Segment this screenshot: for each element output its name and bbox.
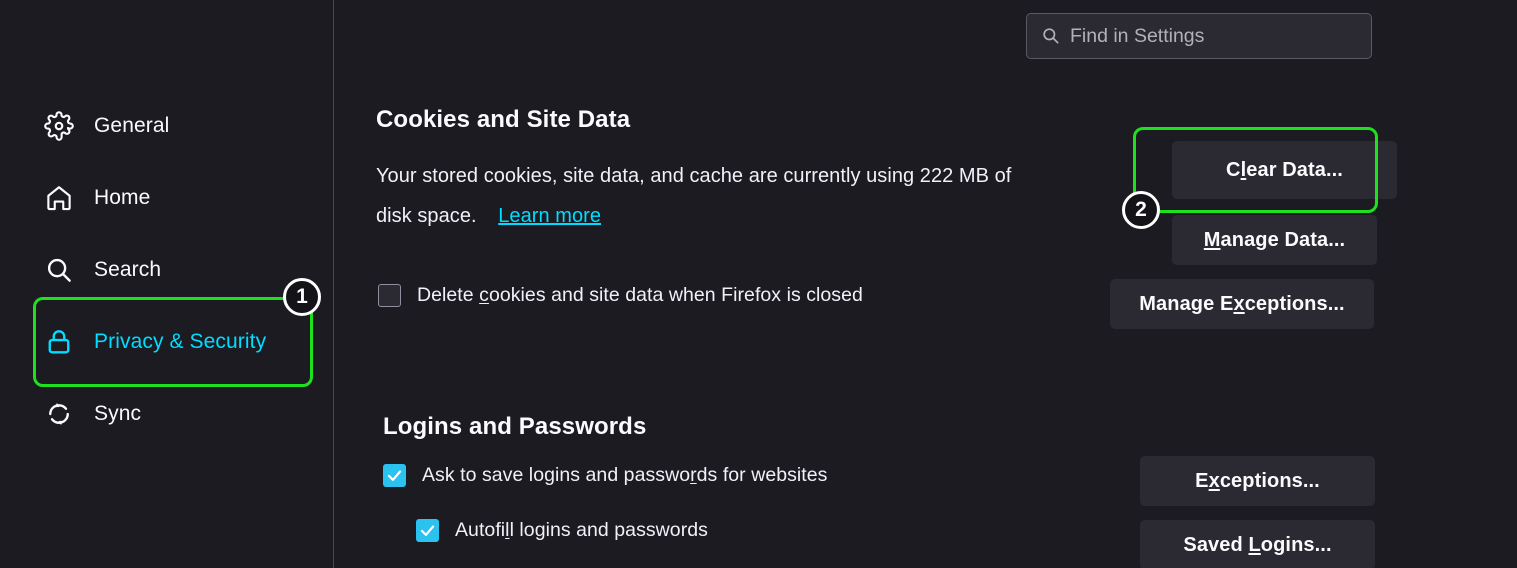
search-placeholder: Find in Settings xyxy=(1070,24,1205,47)
logins-exceptions-button[interactable]: Exceptions... xyxy=(1140,456,1375,506)
autofill-logins-label: Autofill logins and passwords xyxy=(455,519,708,541)
sidebar-item-sync[interactable]: Sync xyxy=(0,390,334,438)
manage-data-button[interactable]: Manage Data... xyxy=(1172,215,1377,265)
manage-data-button-label: Manage Data... xyxy=(1203,228,1346,251)
cookies-section-heading: Cookies and Site Data xyxy=(376,106,631,133)
sidebar-item-label: Home xyxy=(94,186,151,209)
saved-logins-button[interactable]: Saved Logins... xyxy=(1140,520,1375,568)
delete-cookies-on-close-checkbox[interactable] xyxy=(378,284,401,307)
annotation-badge-1: 1 xyxy=(283,278,321,316)
delete-cookies-on-close-label: Delete cookies and site data when Firefo… xyxy=(417,284,863,306)
sidebar-item-label: Privacy & Security xyxy=(94,330,267,353)
sidebar-item-label: Sync xyxy=(94,402,142,425)
sidebar-item-privacy-security[interactable]: Privacy & Security xyxy=(0,318,334,366)
annotation-badge-2: 2 xyxy=(1122,191,1160,229)
sync-icon xyxy=(44,399,74,429)
delete-cookies-on-close-checkbox-row[interactable]: Delete cookies and site data when Firefo… xyxy=(378,284,863,307)
cookies-description-line1: Your stored cookies, site data, and cach… xyxy=(376,165,1012,187)
home-icon xyxy=(44,183,74,213)
settings-sidebar: General Home Search Privacy & Security S… xyxy=(0,0,334,568)
sidebar-item-search[interactable]: Search xyxy=(0,246,334,294)
autofill-logins-checkbox-row[interactable]: Autofill logins and passwords xyxy=(416,519,708,542)
ask-to-save-logins-checkbox[interactable] xyxy=(383,464,406,487)
saved-logins-button-label: Saved Logins... xyxy=(1183,533,1332,556)
find-in-settings-search[interactable]: Find in Settings xyxy=(1026,13,1372,59)
search-icon xyxy=(1041,26,1061,46)
manage-exceptions-button[interactable]: Manage Exceptions... xyxy=(1110,279,1374,329)
manage-exceptions-button-label: Manage Exceptions... xyxy=(1139,292,1345,315)
firefox-settings-window: General Home Search Privacy & Security S… xyxy=(0,0,1517,568)
gear-icon xyxy=(44,111,74,141)
sidebar-item-general[interactable]: General xyxy=(0,102,334,150)
lock-icon xyxy=(44,327,74,357)
logins-exceptions-button-label: Exceptions... xyxy=(1195,469,1320,492)
autofill-logins-checkbox[interactable] xyxy=(416,519,439,542)
sidebar-item-label: General xyxy=(94,114,170,137)
logins-section-heading: Logins and Passwords xyxy=(383,413,647,440)
clear-data-button[interactable]: Clear Data... xyxy=(1172,141,1397,199)
sidebar-item-home[interactable]: Home xyxy=(0,174,334,222)
search-icon xyxy=(44,255,74,285)
settings-main-panel: APPUALS wsxdn.com Find in Settings Cooki… xyxy=(334,0,1517,568)
learn-more-link[interactable]: Learn more xyxy=(498,205,601,227)
cookies-description: Your stored cookies, site data, and cach… xyxy=(376,156,1096,236)
clear-data-button-label: Clear Data... xyxy=(1226,158,1343,181)
cookies-description-line2: disk space. xyxy=(376,205,477,227)
ask-to-save-logins-checkbox-row[interactable]: Ask to save logins and passwords for web… xyxy=(383,464,827,487)
sidebar-item-label: Search xyxy=(94,258,162,281)
ask-to-save-logins-label: Ask to save logins and passwords for web… xyxy=(422,464,828,486)
